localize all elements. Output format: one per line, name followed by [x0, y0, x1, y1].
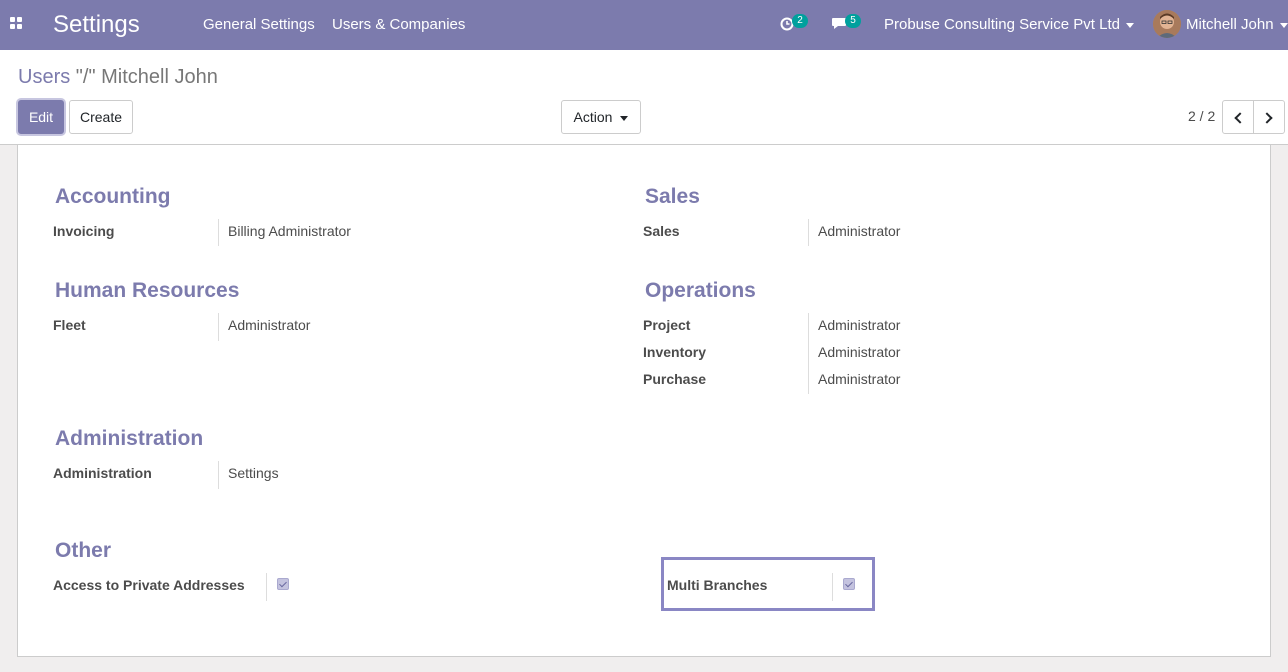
- field-label-administration: Administration: [53, 465, 152, 481]
- field-separator: [218, 219, 219, 246]
- user-avatar[interactable]: [1153, 10, 1181, 38]
- breadcrumb-current: Mitchell John: [101, 66, 218, 88]
- field-separator: [808, 219, 809, 246]
- activity-badge: 2: [792, 14, 808, 28]
- group-title-sales: Sales: [645, 185, 700, 208]
- field-value-sales: Administrator: [818, 223, 901, 239]
- company-name: Probuse Consulting Service Pvt Ltd: [884, 16, 1120, 33]
- field-label-fleet: Fleet: [53, 317, 86, 333]
- chevron-left-icon: [1234, 112, 1246, 124]
- user-name: Mitchell John: [1186, 16, 1274, 33]
- group-title-administration: Administration: [55, 427, 204, 450]
- group-title-accounting: Accounting: [55, 185, 171, 208]
- field-separator: [218, 313, 219, 341]
- pager-previous-button[interactable]: [1222, 100, 1254, 134]
- chevron-right-icon: [1261, 112, 1273, 124]
- company-switcher[interactable]: Probuse Consulting Service Pvt Ltd: [884, 16, 1134, 34]
- action-dropdown[interactable]: Action: [561, 100, 641, 134]
- field-value-invoicing: Billing Administrator: [228, 223, 351, 239]
- field-value-project: Administrator: [818, 317, 901, 333]
- field-value-administration: Settings: [228, 465, 279, 481]
- field-value-inventory: Administrator: [818, 344, 901, 360]
- pager-value[interactable]: 2 / 2: [1188, 108, 1215, 124]
- private-addresses-checkbox[interactable]: [277, 578, 289, 590]
- field-label-purchase: Purchase: [643, 371, 707, 387]
- field-value-purchase: Administrator: [818, 371, 901, 387]
- field-label-inventory: Inventory: [643, 344, 707, 360]
- field-value-fleet: Administrator: [228, 317, 311, 333]
- group-title-human-resources: Human Resources: [55, 279, 240, 302]
- field-separator: [218, 461, 219, 489]
- pager-next-button[interactable]: [1253, 100, 1285, 134]
- top-navbar: Settings General Settings Users & Compan…: [0, 0, 1288, 50]
- field-label-sales: Sales: [643, 223, 680, 239]
- control-panel: Users "/" Mitchell John Edit Create Acti…: [0, 50, 1288, 145]
- menu-general-settings[interactable]: General Settings: [203, 16, 315, 34]
- multi-branches-checkbox[interactable]: [843, 578, 855, 590]
- field-separator: [266, 573, 267, 601]
- field-label-private-addresses: Access to Private Addresses: [53, 577, 245, 593]
- group-title-other: Other: [55, 539, 112, 562]
- user-menu[interactable]: Mitchell John: [1186, 16, 1288, 34]
- caret-down-icon: [1125, 22, 1134, 28]
- caret-down-icon: [1279, 22, 1288, 28]
- breadcrumb: Users "/" Mitchell John: [18, 65, 218, 89]
- field-label-project: Project: [643, 317, 691, 333]
- apps-menu-icon[interactable]: [10, 17, 24, 31]
- field-separator: [808, 313, 809, 394]
- breadcrumb-separator: "/": [70, 66, 102, 88]
- caret-down-icon: [620, 115, 629, 121]
- breadcrumb-users[interactable]: Users: [18, 66, 70, 88]
- group-title-operations: Operations: [645, 279, 756, 302]
- menu-users-companies[interactable]: Users & Companies: [332, 16, 465, 34]
- app-title: Settings: [53, 11, 140, 38]
- create-button[interactable]: Create: [69, 100, 133, 134]
- field-label-multi-branches: Multi Branches: [667, 577, 768, 593]
- field-label-invoicing: Invoicing: [53, 223, 115, 239]
- edit-button[interactable]: Edit: [18, 100, 64, 134]
- action-label: Action: [573, 109, 613, 125]
- messages-badge: 5: [845, 14, 861, 28]
- field-separator: [832, 573, 833, 601]
